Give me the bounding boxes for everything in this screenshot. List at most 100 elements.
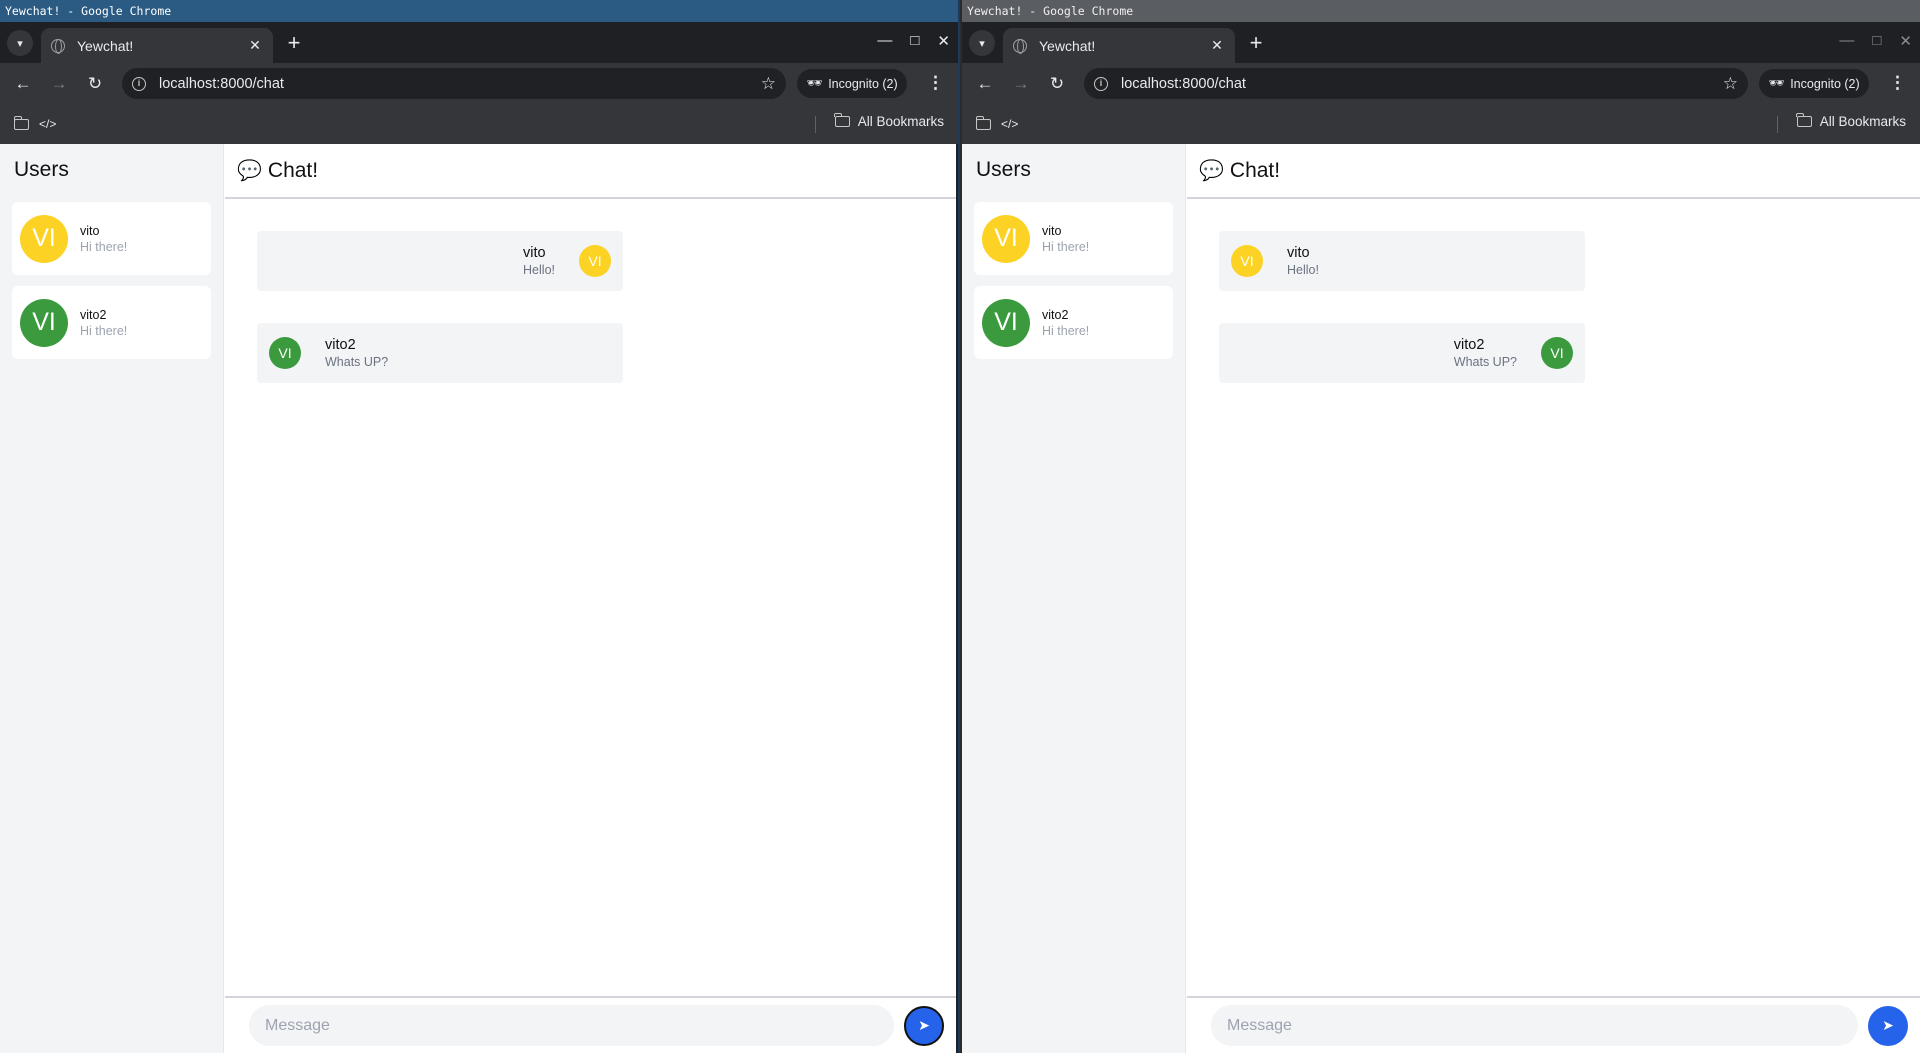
folder-icon [1796,113,1812,127]
tab-yewchat[interactable]: Yewchat! ✕ [41,28,273,63]
message-text: Hello! [1287,263,1319,277]
browser-toolbar: ← → ↻ i localhost:8000/chat ☆ 🕶 Incognit… [0,63,958,104]
users-sidebar: Users VI vito Hi there! VI vito2 Hi ther… [962,144,1186,1053]
bookmarks-bar: </> All Bookmarks [962,104,1920,144]
chat-panel: 💬 Chat! vito Hello! VI VI vito2 Whats UP… [225,144,956,1053]
all-bookmarks-button[interactable]: All Bookmarks [834,113,944,129]
user-card-vito[interactable]: VI vito Hi there! [974,202,1173,275]
folder-icon [834,113,850,127]
user-name: vito [80,223,100,238]
chat-page: Users VI vito Hi there! VI vito2 Hi ther… [0,144,956,1053]
user-card-vito2[interactable]: VI vito2 Hi there! [12,286,211,359]
window-title: Yewchat! - Google Chrome [0,0,958,22]
window-title: Yewchat! - Google Chrome [962,0,1920,22]
user-last-message: Hi there! [80,239,128,254]
avatar: VI [20,214,68,263]
speech-bubble-icon: 💬 [1199,160,1224,182]
bookmarks-bar: </> All Bookmarks [0,104,958,144]
user-last-message: Hi there! [80,323,128,338]
reload-icon[interactable]: ↻ [82,71,108,97]
message-input[interactable] [249,1005,894,1046]
maximize-icon[interactable]: □ [910,32,919,50]
folder-icon[interactable] [13,115,29,130]
send-button[interactable]: ➤ [904,1005,944,1046]
chat-page: Users VI vito Hi there! VI vito2 Hi ther… [962,144,1920,1053]
bookmark-code[interactable]: </> [39,117,56,131]
address-bar[interactable]: i localhost:8000/chat ☆ [122,68,786,99]
message-author: vito [1287,245,1310,261]
globe-icon [1013,38,1027,54]
tab-search-chevron-icon[interactable]: ▾ [969,30,995,56]
message-list: VI vito Hello! vito2 Whats UP? VI [1187,200,1920,996]
incognito-badge[interactable]: 🕶 Incognito (2) [1759,69,1869,98]
forward-arrow-icon[interactable]: → [46,71,72,97]
send-icon: ➤ [1882,1017,1894,1033]
sidebar-title: Users [976,158,1031,181]
tab-yewchat[interactable]: Yewchat! ✕ [1003,28,1235,63]
send-button[interactable]: ➤ [1868,1005,1908,1046]
avatar: VI [269,337,301,369]
chat-header: 💬 Chat! [1187,144,1920,199]
user-card-vito2[interactable]: VI vito2 Hi there! [974,286,1173,359]
message-list: vito Hello! VI VI vito2 Whats UP? [225,200,956,996]
url-text[interactable]: localhost:8000/chat [159,76,761,92]
bookmark-star-icon[interactable]: ☆ [761,74,776,94]
chat-title: Chat! [267,158,319,182]
folder-icon[interactable] [975,115,991,130]
bookmark-code[interactable]: </> [1001,117,1018,131]
window-controls: — □ ✕ [877,32,950,50]
back-arrow-icon[interactable]: ← [10,71,36,97]
more-menu-icon[interactable]: ⋮ [927,73,944,93]
message-input[interactable] [1211,1005,1858,1046]
send-icon: ➤ [918,1017,930,1033]
more-menu-icon[interactable]: ⋮ [1889,73,1906,93]
message-author: vito [523,245,546,261]
tab-title: Yewchat! [77,37,134,54]
maximize-icon[interactable]: □ [1872,32,1881,50]
tab-search-chevron-icon[interactable]: ▾ [7,30,33,56]
back-arrow-icon[interactable]: ← [972,71,998,97]
forward-arrow-icon[interactable]: → [1008,71,1034,97]
message-text: Whats UP? [325,355,389,369]
message-author: vito2 [325,337,356,353]
avatar: VI [982,298,1030,347]
user-name: vito2 [80,307,107,322]
tab-strip: ▾ Yewchat! ✕ + — □ ✕ [0,22,958,63]
url-text[interactable]: localhost:8000/chat [1121,76,1723,92]
user-last-message: Hi there! [1042,323,1090,338]
speech-bubble-icon: 💬 [237,160,262,182]
browser-toolbar: ← → ↻ i localhost:8000/chat ☆ 🕶 Incognit… [962,63,1920,104]
incognito-badge[interactable]: 🕶 Incognito (2) [797,69,907,98]
address-bar[interactable]: i localhost:8000/chat ☆ [1084,68,1748,99]
bookmark-star-icon[interactable]: ☆ [1723,74,1738,94]
avatar: VI [1231,245,1263,277]
user-card-vito[interactable]: VI vito Hi there! [12,202,211,275]
close-window-icon[interactable]: ✕ [937,32,950,50]
incognito-label: Incognito (2) [828,76,898,91]
all-bookmarks-button[interactable]: All Bookmarks [1796,113,1906,129]
close-window-icon[interactable]: ✕ [1899,32,1912,50]
user-name: vito [1042,223,1062,238]
all-bookmarks-label: All Bookmarks [1819,114,1906,129]
site-info-icon[interactable]: i [132,76,146,91]
tab-strip: ▾ Yewchat! ✕ + — □ ✕ [962,22,1920,63]
new-tab-button[interactable]: + [283,30,305,56]
avatar: VI [20,298,68,347]
users-sidebar: Users VI vito Hi there! VI vito2 Hi ther… [0,144,224,1053]
incognito-icon: 🕶 [1768,76,1785,90]
site-info-icon[interactable]: i [1094,76,1108,91]
globe-icon [51,38,65,54]
tab-close-icon[interactable]: ✕ [1209,37,1225,54]
reload-icon[interactable]: ↻ [1044,71,1070,97]
minimize-icon[interactable]: — [877,32,892,50]
avatar: VI [579,245,611,277]
tab-title: Yewchat! [1039,37,1096,54]
message-item: VI vito Hello! [1219,231,1585,291]
message-text: Whats UP? [1453,355,1517,369]
new-tab-button[interactable]: + [1245,30,1267,56]
tab-close-icon[interactable]: ✕ [247,37,263,54]
minimize-icon[interactable]: — [1839,32,1854,50]
incognito-icon: 🕶 [806,76,823,90]
message-composer: ➤ [1187,996,1920,1053]
bookmark-separator [1777,116,1778,133]
